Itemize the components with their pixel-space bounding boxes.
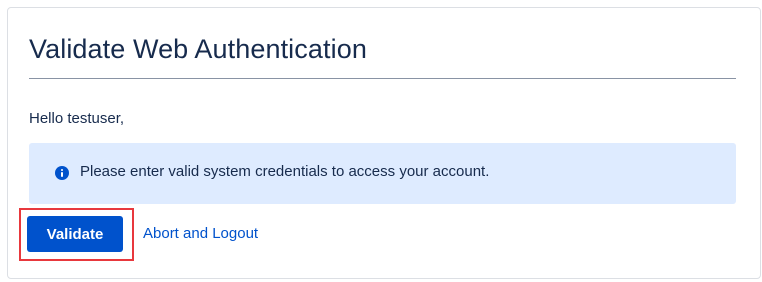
info-circle-icon bbox=[55, 166, 69, 180]
info-message-text: Please enter valid system credentials to… bbox=[80, 163, 490, 180]
validate-button[interactable]: Validate bbox=[27, 216, 123, 252]
page-title: Validate Web Authentication bbox=[29, 34, 367, 64]
greeting-text: Hello testuser, bbox=[29, 110, 125, 127]
info-message-box: Please enter valid system credentials to… bbox=[29, 143, 736, 204]
auth-card: Validate Web Authentication Hello testus… bbox=[7, 7, 761, 279]
title-divider bbox=[29, 78, 736, 79]
abort-and-logout-link[interactable]: Abort and Logout bbox=[143, 225, 258, 242]
